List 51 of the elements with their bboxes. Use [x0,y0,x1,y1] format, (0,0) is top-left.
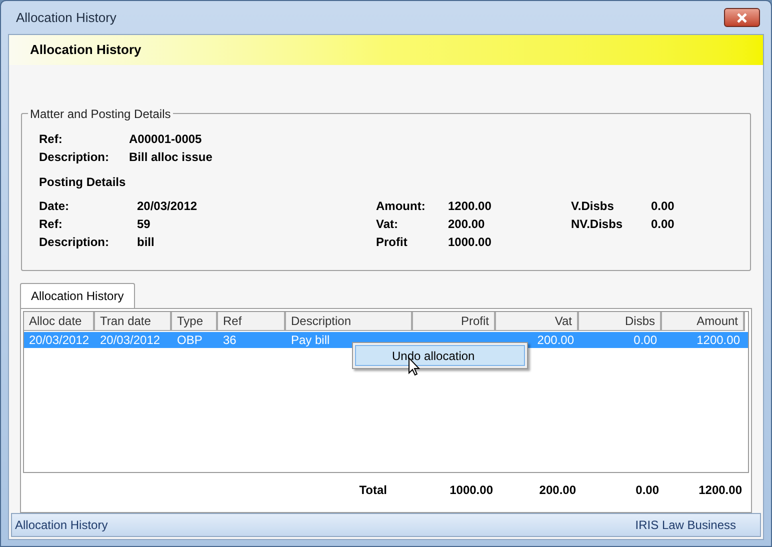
field-label: Ref: [39,130,64,148]
total-value: 1200.00 [698,482,742,499]
column-header[interactable]: Type [172,312,218,331]
window-title: Allocation History [16,8,116,27]
status-text: IRIS Law Business [635,517,736,534]
field-value: 1200.00 [448,198,492,214]
total-value: 1000.00 [450,482,493,499]
table-cell-text: 0.00 [632,332,658,348]
column-header[interactable]: Amount [662,312,745,331]
field-label: V.Disbs [571,198,615,214]
column-header[interactable]: Profit [413,312,496,331]
status-text: Allocation History [15,517,108,534]
field-label: Description: [39,148,110,166]
field-value: 0.00 [651,216,676,232]
column-header[interactable]: Ref [218,312,286,331]
table-cell-text: 200.00 [536,332,575,348]
field-label: Vat: [376,216,400,232]
field-label: NV.Disbs [571,216,624,232]
tab[interactable]: Allocation History [20,283,135,308]
menu-item[interactable]: Undo allocation [355,345,525,366]
column-header[interactable]: Vat [496,312,579,331]
table-cell-text: 36 [222,332,238,348]
header-title: Allocation History [30,41,142,60]
table-cell-text: Pay bill [290,332,331,348]
field-label: Date: [39,198,70,214]
section-title: Posting Details [39,174,127,188]
field-value: 1000.00 [448,234,492,250]
close-icon [736,12,748,22]
total-value: 200.00 [539,482,576,499]
field-value: bill [137,234,156,250]
column-header[interactable]: Tran date [95,312,172,331]
column-header[interactable]: Disbs [579,312,662,331]
close-button[interactable] [724,8,760,27]
field-value: Bill alloc issue [129,148,214,166]
field-label: Profit [376,234,408,250]
field-value: 0.00 [651,198,676,214]
table-cell-text: 20/03/2012 [28,332,90,348]
column-header[interactable]: Description [286,312,413,331]
total-label: Total [359,482,387,499]
table-cell-text: 20/03/2012 [99,332,162,348]
field-value: 200.00 [448,216,486,232]
field-value: 20/03/2012 [137,198,198,214]
total-value: 0.00 [636,482,659,499]
table-cell-text: OBP [176,332,204,348]
field-label: Ref: [39,216,64,232]
field-value: A00001-0005 [129,130,203,148]
column-header[interactable]: Alloc date [24,312,95,331]
field-label: Amount: [376,198,426,214]
table-cell-text: 1200.00 [696,332,741,348]
field-label: Description: [39,234,110,250]
field-value: 59 [137,216,152,232]
